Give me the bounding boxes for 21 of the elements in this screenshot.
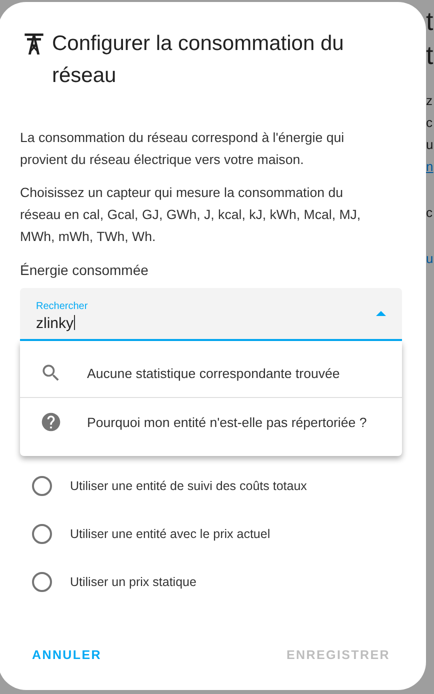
background-text: z	[426, 92, 432, 110]
radio-label[interactable]: Utiliser une entité de suivi des coûts totaux	[70, 479, 307, 493]
radio-button[interactable]	[32, 524, 52, 544]
background-text: t	[426, 5, 434, 38]
caret-icon[interactable]	[376, 311, 386, 316]
menu-item[interactable]: Pourquoi mon entité n'est-elle pas répertoriée ?	[20, 397, 402, 446]
description-text: La consommation du réseau correspond à l'énergie qui provient du réseau électrique vers votre maison.	[20, 129, 346, 169]
radio-button[interactable]	[32, 476, 52, 496]
dialog-title: Configurer la consommation du réseau	[52, 31, 345, 89]
description-text: Choisissez un capteur qui mesure la consommation du réseau en cal, Gcal, GJ, GWh, J, kcal, kJ, kWh, Mcal, MJ, MWh, mWh, TWh, Wh.	[20, 184, 362, 246]
radio-label[interactable]: Utiliser une entité avec le prix actuel	[70, 527, 270, 541]
radio-button[interactable]	[32, 572, 52, 592]
menu-item[interactable]: Aucune statistique correspondante trouvée	[20, 349, 402, 397]
help-icon	[40, 411, 62, 433]
background-text: u	[426, 136, 434, 154]
field-heading: Énergie consommée	[20, 262, 148, 278]
radio-label[interactable]: Utiliser un prix statique	[70, 575, 196, 589]
background-text: c	[426, 204, 432, 222]
background-text: t	[426, 39, 434, 72]
search-field[interactable]: Rechercher zlinky	[20, 288, 402, 341]
background-text: c	[426, 114, 432, 132]
